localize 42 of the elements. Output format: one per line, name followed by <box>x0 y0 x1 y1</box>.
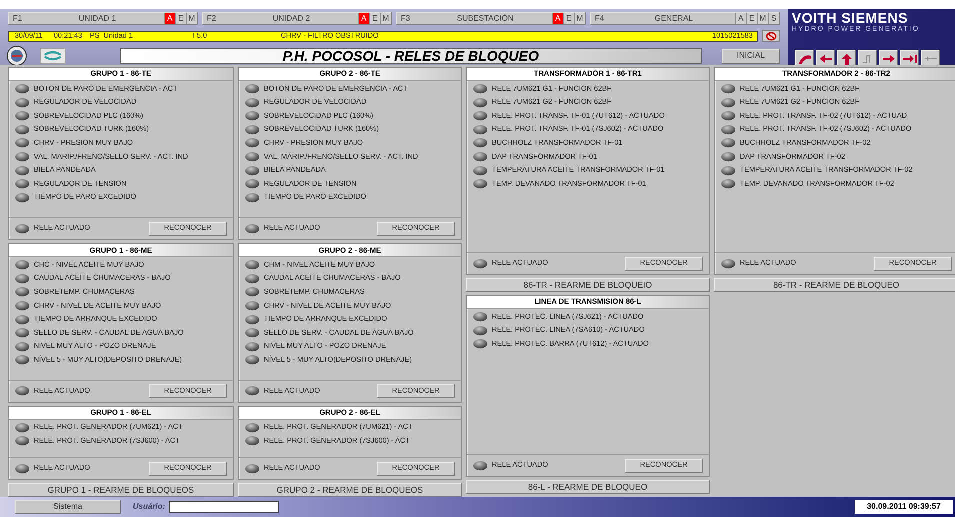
screen-title: P.H. POCOSOL - RELES DE BLOQUEO <box>120 48 702 64</box>
reset-button[interactable]: GRUPO 1 - REARME DE BLOQUEOS <box>8 483 234 497</box>
user-field[interactable] <box>169 501 280 513</box>
system-button[interactable]: Sistema <box>15 500 121 514</box>
home-button[interactable]: INICIAL <box>722 48 780 64</box>
alarm-flag: A <box>358 13 369 24</box>
alarm-flag: E <box>746 13 757 24</box>
function-key-label: F3 <box>400 12 412 24</box>
emblem-icon <box>4 46 30 66</box>
alarm-flag: A <box>552 13 563 24</box>
tab-label: SUBESTACIÓN <box>456 12 515 24</box>
area-tab[interactable]: F2 UNIDAD 2 A E M <box>202 12 392 25</box>
alarm-flag: S <box>768 13 779 24</box>
alarm-flag: E <box>175 13 186 24</box>
reset-button[interactable]: GRUPO 2 - REARME DE BLOQUEOS <box>238 483 462 497</box>
alarm-flag: A <box>164 13 175 24</box>
alarm-flag: M <box>574 13 585 24</box>
date-time: 30.09.2011 09:39:57 <box>855 500 953 514</box>
mute-button[interactable] <box>762 30 780 42</box>
brand-name: VOITH SIEMENS <box>792 11 910 25</box>
alarm-flag: E <box>563 13 574 24</box>
area-tab[interactable]: F3 SUBESTACIÓN A E M <box>396 12 586 25</box>
user-label: Usuário: <box>133 501 166 513</box>
function-key-label: F1 <box>12 12 24 24</box>
reset-button[interactable]: 86-TR - REARME DE BLOQUEIO <box>466 278 710 292</box>
alarm-flag: M <box>757 13 768 24</box>
function-key-label: F2 <box>206 12 218 24</box>
tab-label: UNIDAD 1 <box>78 12 118 24</box>
tab-label: UNIDAD 2 <box>272 12 312 24</box>
refresh-button[interactable] <box>40 48 66 64</box>
cycle-arrows-icon <box>42 50 64 62</box>
reset-button[interactable]: 86-L - REARME DE BLOQUEO <box>466 480 710 494</box>
reset-button[interactable]: 86-TR - REARME DE BLOQUEO <box>714 278 955 292</box>
alarm-flag: A <box>735 13 746 24</box>
area-tab[interactable]: F1 UNIDAD 1 A E M <box>8 12 198 25</box>
alarm-flag: E <box>369 13 380 24</box>
alarm-flag: M <box>380 13 391 24</box>
no-sound-icon <box>766 32 776 40</box>
tab-label: GENERAL <box>654 12 694 24</box>
alarm-flag: M <box>186 13 197 24</box>
area-tab[interactable]: F4 GENERAL A E M S <box>590 12 780 25</box>
function-key-label: F4 <box>594 12 606 24</box>
